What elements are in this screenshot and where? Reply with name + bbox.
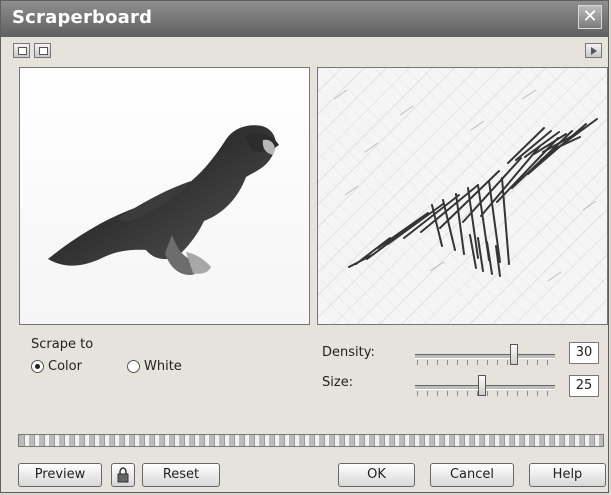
color-option[interactable]: Color (31, 359, 82, 374)
size-slider-thumb[interactable] (478, 375, 487, 396)
density-slider-ticks (417, 360, 553, 365)
dialog-title: Scraperboard (12, 7, 153, 28)
preview-toolbar (1, 39, 608, 65)
size-value-box[interactable]: 25 (569, 375, 599, 397)
size-label: Size: (322, 375, 354, 390)
size-slider[interactable] (415, 375, 555, 397)
close-icon: ✕ (582, 6, 598, 27)
density-slider-track (415, 354, 555, 359)
lock-button[interactable] (111, 463, 135, 487)
white-radio-button[interactable] (127, 360, 140, 373)
scraperboard-dialog: Scraperboard ✕ Scrape to Color White Den… (0, 0, 609, 493)
white-option[interactable]: White (127, 359, 182, 374)
density-label: Density: (322, 345, 375, 360)
cancel-button[interactable]: Cancel (430, 463, 514, 487)
original-parrot-image (48, 125, 279, 275)
ok-button[interactable]: OK (338, 463, 415, 487)
scrape-to-label: Scrape to (31, 337, 94, 352)
lock-icon (117, 467, 129, 483)
reset-button[interactable]: Reset (142, 463, 220, 487)
toolbar-button-second[interactable] (34, 43, 51, 58)
white-label: White (144, 359, 182, 374)
help-button[interactable]: Help (529, 463, 606, 487)
toolbar-button-left[interactable] (13, 43, 30, 58)
density-slider[interactable] (415, 344, 555, 366)
scraperboard-parrot-image (333, 89, 598, 282)
original-preview-panel (19, 67, 310, 325)
toolbar-button-right[interactable] (585, 43, 602, 58)
density-slider-thumb[interactable] (510, 344, 519, 365)
color-radio-button[interactable] (31, 360, 44, 373)
close-button[interactable]: ✕ (578, 5, 602, 29)
title-bar: Scraperboard ✕ (1, 1, 608, 37)
effect-preview-panel (317, 67, 608, 325)
density-value-box[interactable]: 30 (569, 342, 599, 364)
progress-bar (18, 434, 604, 447)
preview-button[interactable]: Preview (18, 463, 102, 487)
color-label: Color (48, 359, 82, 374)
